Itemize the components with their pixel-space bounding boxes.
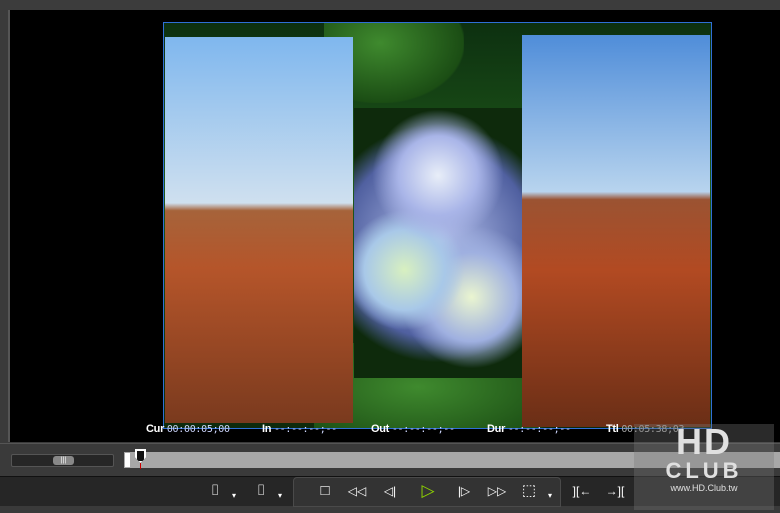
watermark-url: www.HD.Club.tw: [670, 483, 738, 493]
timecode-cur: Cur 00:00:05;00: [146, 423, 230, 435]
play-button[interactable]: ▷: [416, 481, 440, 501]
preview-window: [8, 10, 780, 442]
flower-image: [354, 108, 522, 378]
top-strip: [0, 0, 780, 10]
mark-out-button[interactable]: ⌷: [254, 481, 268, 501]
desert-panel-left: [165, 37, 353, 423]
stop-button[interactable]: □: [314, 481, 336, 501]
timecode-dur: Dur --:--:--;--: [487, 423, 571, 435]
mark-out-dropdown-icon[interactable]: ▾: [278, 491, 282, 500]
next-frame-button[interactable]: |▷: [451, 481, 477, 501]
timeline-zoom-slider[interactable]: |||: [11, 454, 114, 467]
watermark-club: CLUB: [665, 458, 743, 483]
loop-button[interactable]: ⬚: [518, 481, 540, 501]
rewind-button[interactable]: ◁◁: [342, 481, 372, 501]
go-to-out-button[interactable]: →][: [601, 481, 629, 501]
playhead-line: [140, 463, 141, 469]
hdclub-watermark-logo: HD CLUB www.HD.Club.tw: [634, 424, 774, 510]
fast-forward-button[interactable]: ▷▷: [482, 481, 512, 501]
go-to-in-button[interactable]: ][←: [568, 481, 596, 501]
watermark-hd: HD: [676, 421, 732, 462]
timecode-in: In --:--:--;--: [262, 423, 337, 435]
mark-in-button[interactable]: ⌷: [208, 481, 222, 501]
mark-in-dropdown-icon[interactable]: ▾: [232, 491, 236, 500]
preview-frame: [163, 22, 712, 429]
zoom-slider-thumb[interactable]: |||: [53, 456, 74, 465]
previous-frame-button[interactable]: ◁|: [377, 481, 403, 501]
timecode-out: Out --:--:--;--: [371, 423, 455, 435]
loop-dropdown-icon[interactable]: ▾: [548, 491, 552, 500]
desert-panel-right: [522, 35, 710, 427]
track-start-marker: [125, 453, 130, 467]
